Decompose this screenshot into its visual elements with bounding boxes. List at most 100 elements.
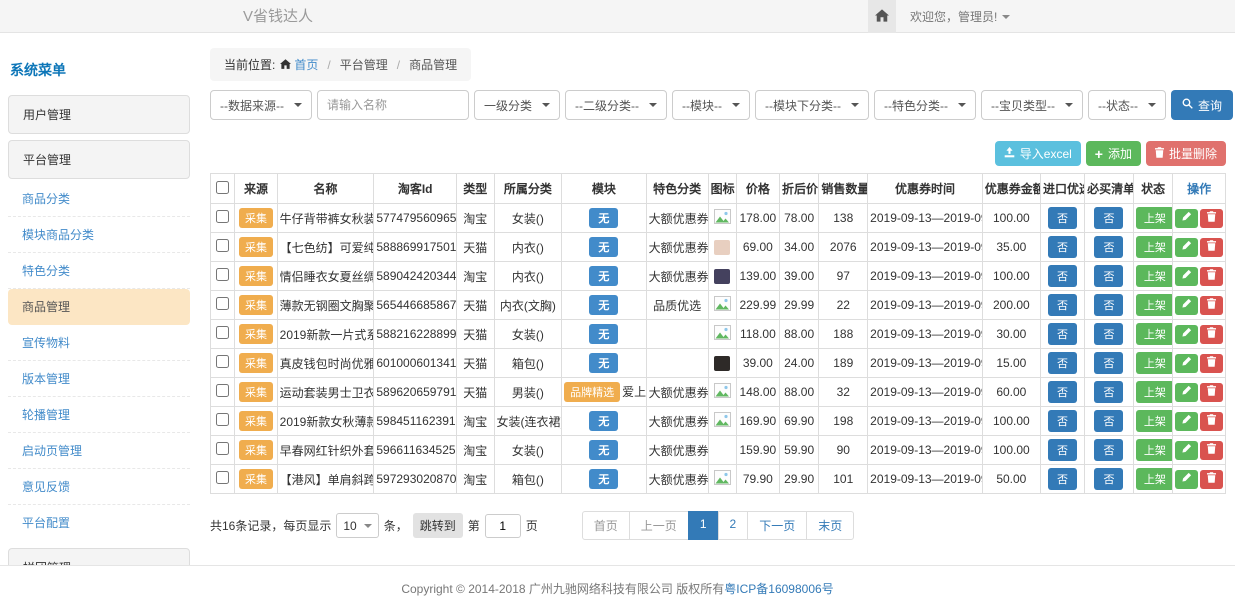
must-buy-toggle[interactable]: 否 [1094, 265, 1123, 287]
delete-button[interactable] [1200, 296, 1223, 315]
user-menu[interactable]: 欢迎您，管理员! [910, 8, 1010, 25]
status-button[interactable]: 上架 [1136, 323, 1173, 345]
pager-button-末页[interactable]: 末页 [806, 511, 854, 540]
pager-button-上一页[interactable]: 上一页 [629, 511, 689, 540]
must-buy-toggle[interactable]: 否 [1094, 323, 1123, 345]
sidebar-item-商品分类[interactable]: 商品分类 [8, 181, 190, 217]
import-excel-button[interactable]: 导入excel [995, 141, 1081, 166]
pager-button-首页[interactable]: 首页 [582, 511, 630, 540]
sidebar-section-平台管理[interactable]: 平台管理 [8, 140, 190, 179]
status-button[interactable]: 上架 [1136, 207, 1173, 229]
edit-button[interactable] [1175, 209, 1198, 228]
must-buy-toggle[interactable]: 否 [1094, 352, 1123, 374]
pager-button-2[interactable]: 2 [718, 511, 749, 540]
must-buy-toggle[interactable]: 否 [1094, 236, 1123, 258]
batch-delete-button[interactable]: 批量删除 [1146, 141, 1226, 166]
must-buy-toggle[interactable]: 否 [1094, 207, 1123, 229]
sidebar-item-模块商品分类[interactable]: 模块商品分类 [8, 217, 190, 253]
search-button[interactable]: 查询 [1171, 90, 1233, 120]
select-all-checkbox[interactable] [216, 181, 229, 194]
delete-button[interactable] [1200, 383, 1223, 402]
filter-select-5[interactable]: --宝贝类型-- [981, 90, 1083, 120]
sidebar-section-用户管理[interactable]: 用户管理 [8, 95, 190, 134]
filter-select-4[interactable]: --特色分类-- [874, 90, 976, 120]
must-buy-toggle[interactable]: 否 [1094, 410, 1123, 432]
status-button[interactable]: 上架 [1136, 381, 1173, 403]
delete-button[interactable] [1200, 267, 1223, 286]
imported-toggle[interactable]: 否 [1048, 410, 1077, 432]
add-button[interactable]: + 添加 [1086, 141, 1141, 166]
status-button[interactable]: 上架 [1136, 439, 1173, 461]
status-button[interactable]: 上架 [1136, 294, 1173, 316]
row-checkbox[interactable] [216, 413, 229, 426]
must-buy-toggle[interactable]: 否 [1094, 381, 1123, 403]
data-source-select[interactable]: --数据来源-- [210, 90, 312, 120]
must-buy-toggle[interactable]: 否 [1094, 468, 1123, 490]
filter-select-1[interactable]: --二级分类-- [565, 90, 667, 120]
row-checkbox[interactable] [216, 239, 229, 252]
row-checkbox[interactable] [216, 471, 229, 484]
sidebar-item-启动页管理[interactable]: 启动页管理 [8, 433, 190, 469]
delete-button[interactable] [1200, 325, 1223, 344]
delete-button[interactable] [1200, 354, 1223, 373]
icp-link[interactable]: 粤ICP备16098006号 [724, 582, 833, 596]
row-checkbox[interactable] [216, 268, 229, 281]
sidebar-item-宣传物料[interactable]: 宣传物料 [8, 325, 190, 361]
edit-button[interactable] [1175, 412, 1198, 431]
status-button[interactable]: 上架 [1136, 410, 1173, 432]
sidebar-item-特色分类[interactable]: 特色分类 [8, 253, 190, 289]
breadcrumb-home-link[interactable]: 首页 [280, 56, 318, 73]
edit-button[interactable] [1175, 470, 1198, 489]
edit-button[interactable] [1175, 383, 1198, 402]
sidebar-item-轮播管理[interactable]: 轮播管理 [8, 397, 190, 433]
imported-toggle[interactable]: 否 [1048, 323, 1077, 345]
page-number-input[interactable] [485, 514, 521, 538]
edit-button[interactable] [1175, 441, 1198, 460]
pager-button-下一页[interactable]: 下一页 [747, 511, 807, 540]
per-page-select[interactable]: 10 [336, 513, 378, 538]
status-button[interactable]: 上架 [1136, 352, 1173, 374]
row-checkbox[interactable] [216, 297, 229, 310]
row-checkbox[interactable] [216, 355, 229, 368]
imported-toggle[interactable]: 否 [1048, 265, 1077, 287]
home-button[interactable] [868, 0, 896, 33]
edit-button[interactable] [1175, 354, 1198, 373]
delete-button[interactable] [1200, 441, 1223, 460]
jump-button[interactable]: 跳转到 [413, 513, 463, 538]
pager-button-1[interactable]: 1 [688, 511, 719, 540]
sidebar-item-版本管理[interactable]: 版本管理 [8, 361, 190, 397]
status-button[interactable]: 上架 [1136, 468, 1173, 490]
imported-toggle[interactable]: 否 [1048, 207, 1077, 229]
edit-button[interactable] [1175, 296, 1198, 315]
edit-button[interactable] [1175, 325, 1198, 344]
delete-button[interactable] [1200, 209, 1223, 228]
edit-button[interactable] [1175, 238, 1198, 257]
must-buy-toggle[interactable]: 否 [1094, 294, 1123, 316]
imported-toggle[interactable]: 否 [1048, 236, 1077, 258]
filter-select-0[interactable]: 一级分类 [474, 90, 560, 120]
imported-toggle[interactable]: 否 [1048, 468, 1077, 490]
imported-toggle[interactable]: 否 [1048, 352, 1077, 374]
sidebar-item-商品管理[interactable]: 商品管理 [8, 289, 190, 325]
name-search-input[interactable] [317, 90, 469, 120]
sidebar-item-平台配置[interactable]: 平台配置 [8, 505, 190, 540]
name-cell: 【七色纺】可爱纯棉家... [277, 233, 374, 262]
delete-button[interactable] [1200, 470, 1223, 489]
filter-select-3[interactable]: --模块下分类-- [755, 90, 869, 120]
imported-toggle[interactable]: 否 [1048, 439, 1077, 461]
filter-select-2[interactable]: --模块-- [672, 90, 750, 120]
row-checkbox[interactable] [216, 210, 229, 223]
imported-toggle[interactable]: 否 [1048, 381, 1077, 403]
must-buy-toggle[interactable]: 否 [1094, 439, 1123, 461]
row-checkbox[interactable] [216, 442, 229, 455]
edit-button[interactable] [1175, 267, 1198, 286]
row-checkbox[interactable] [216, 326, 229, 339]
status-button[interactable]: 上架 [1136, 236, 1173, 258]
filter-select-6[interactable]: --状态-- [1088, 90, 1166, 120]
row-checkbox[interactable] [216, 384, 229, 397]
delete-button[interactable] [1200, 238, 1223, 257]
status-button[interactable]: 上架 [1136, 265, 1173, 287]
imported-toggle[interactable]: 否 [1048, 294, 1077, 316]
sidebar-item-意见反馈[interactable]: 意见反馈 [8, 469, 190, 505]
delete-button[interactable] [1200, 412, 1223, 431]
